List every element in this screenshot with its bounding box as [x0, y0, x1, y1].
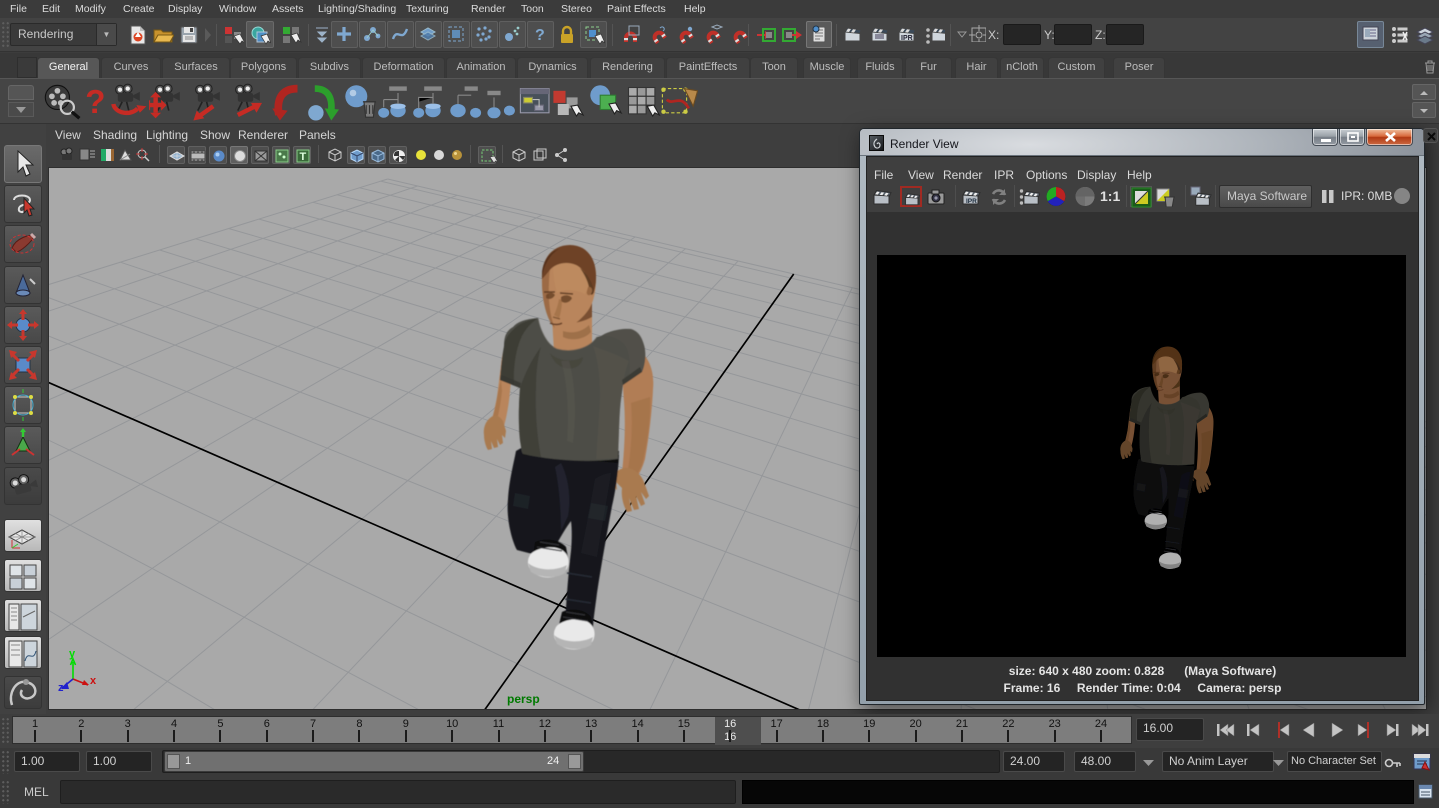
svg-text:y: y — [69, 648, 76, 660]
svg-text:x: x — [90, 675, 97, 687]
svg-text:z: z — [58, 682, 64, 694]
svg-text:IPR: IPR — [901, 35, 913, 42]
svg-text:?: ? — [535, 27, 545, 44]
svg-text:IPR: IPR — [966, 198, 977, 205]
svg-text:T: T — [300, 151, 307, 163]
svg-text:?: ? — [85, 83, 105, 120]
